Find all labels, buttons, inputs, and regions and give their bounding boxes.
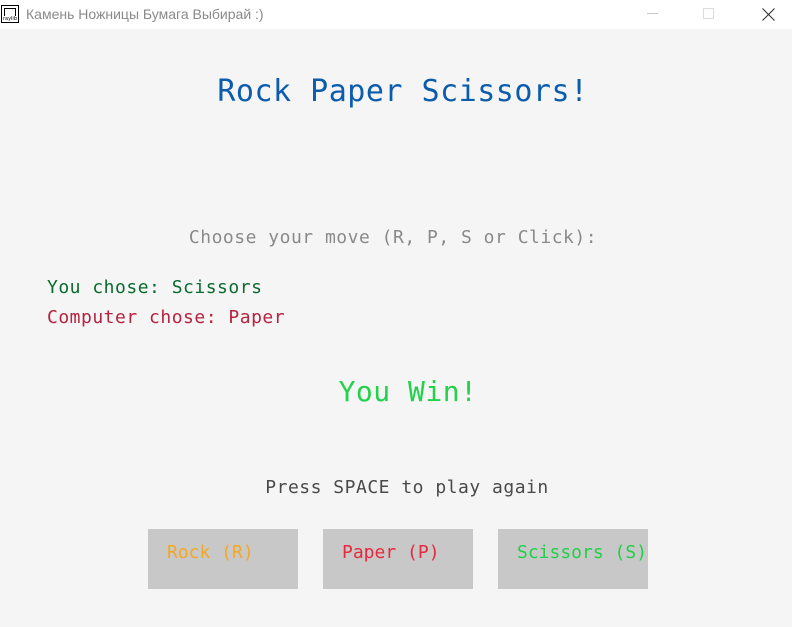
window-title: Камень Ножницы Бумага Выбирай :) (26, 6, 264, 22)
restart-hint: Press SPACE to play again (265, 477, 549, 498)
title-bar[interactable]: raylib Камень Ножницы Бумага Выбирай :) (0, 0, 792, 29)
computer-choice-text: Computer chose: Paper (47, 307, 286, 328)
scissors-button[interactable]: Scissors (S) (498, 529, 648, 589)
result-text: You Win! (338, 375, 478, 408)
close-icon (762, 8, 775, 21)
game-heading: Rock Paper Scissors! (217, 74, 589, 109)
raylib-icon: raylib (1, 5, 19, 23)
paper-button-label: Paper (P) (342, 542, 440, 563)
maximize-button[interactable] (686, 0, 732, 29)
rock-button[interactable]: Rock (R) (148, 529, 298, 589)
maximize-icon (703, 8, 714, 19)
move-prompt: Choose your move (R, P, S or Click): (188, 227, 598, 248)
minimize-button[interactable] (630, 0, 676, 29)
paper-button[interactable]: Paper (P) (323, 529, 473, 589)
scissors-button-label: Scissors (S) (517, 542, 648, 563)
minimize-icon (647, 13, 658, 14)
close-button[interactable] (745, 0, 791, 29)
rock-button-label: Rock (R) (167, 542, 254, 563)
player-choice-text: You chose: Scissors (47, 277, 263, 298)
icon-label: raylib (2, 16, 17, 22)
game-window: raylib Камень Ножницы Бумага Выбирай :) … (0, 0, 792, 627)
